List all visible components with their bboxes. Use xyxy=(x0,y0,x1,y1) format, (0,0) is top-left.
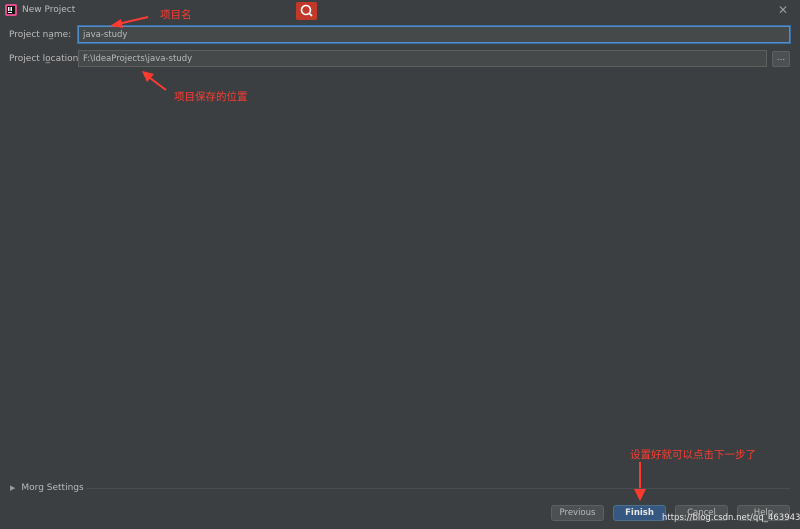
previous-button[interactable]: Previous xyxy=(551,505,604,521)
intellij-idea-icon xyxy=(5,4,17,16)
arrow-head-location xyxy=(142,71,154,82)
annotation-project-name: 项目名 xyxy=(160,9,192,21)
project-location-label: Project lo̲cation: xyxy=(9,54,82,64)
project-location-input[interactable] xyxy=(78,50,767,67)
project-name-label: Project na̲me: xyxy=(9,30,72,40)
divider xyxy=(86,488,790,489)
arrow-head-finish xyxy=(634,489,646,501)
annotation-click-next: 设置好就可以点击下一步了 xyxy=(630,449,756,461)
search-icon[interactable] xyxy=(296,2,317,20)
browse-button[interactable]: ... xyxy=(772,51,790,67)
window-title: New Project xyxy=(22,5,76,15)
title-bar: New Project ✕ xyxy=(0,0,800,20)
arrow-to-location-field xyxy=(149,77,167,91)
more-settings-toggle[interactable]: ▶ Morg Settings xyxy=(10,483,84,493)
finish-button[interactable]: Finish xyxy=(613,505,666,521)
more-settings-label: Morg Settings xyxy=(21,483,84,493)
watermark-text: https://blog.csdn.net/qq_46394394 xyxy=(662,513,800,523)
project-name-input[interactable] xyxy=(78,26,790,43)
annotation-project-location: 项目保存的位置 xyxy=(174,91,248,103)
close-icon[interactable]: ✕ xyxy=(776,3,790,17)
expand-triangle-icon: ▶ xyxy=(10,484,16,492)
